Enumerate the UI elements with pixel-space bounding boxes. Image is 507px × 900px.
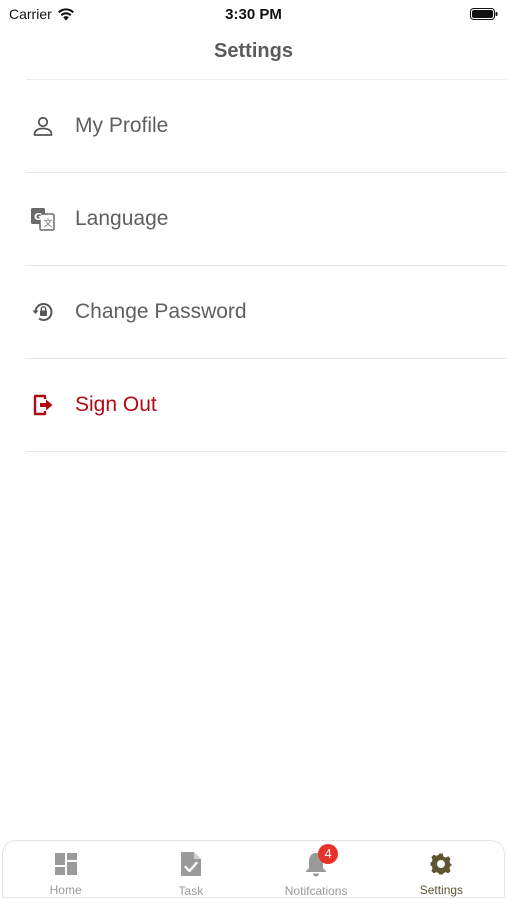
status-bar: Carrier 3:30 PM <box>0 0 507 28</box>
tab-task-label: Task <box>178 884 204 898</box>
gear-icon <box>427 850 455 877</box>
tab-notifications[interactable]: 4 Notifcations <box>254 841 379 898</box>
translate-icon: G 文 <box>26 202 60 236</box>
lock-reset-icon <box>26 295 60 329</box>
language-item[interactable]: G 文 Language <box>26 173 507 266</box>
language-label: Language <box>75 207 169 230</box>
change-password-label: Change Password <box>75 300 247 323</box>
sign-out-label: Sign Out <box>75 393 157 416</box>
svg-text:G: G <box>34 212 42 223</box>
bell-icon: 4 <box>302 844 339 878</box>
clock: 3:30 PM <box>225 6 282 23</box>
settings-list: My Profile G 文 Language Change Password <box>26 79 507 452</box>
battery-icon <box>470 8 498 20</box>
tab-bar: Home Task 4 Notifcations Settings <box>2 840 505 898</box>
tab-task[interactable]: Task <box>128 841 253 898</box>
notification-badge: 4 <box>318 844 339 864</box>
tab-home-label: Home <box>49 883 82 897</box>
sign-out-icon <box>26 388 60 422</box>
change-password-item[interactable]: Change Password <box>26 266 507 359</box>
person-icon <box>26 109 60 143</box>
tab-home[interactable]: Home <box>3 841 128 897</box>
tab-settings-label: Settings <box>419 883 464 897</box>
svg-text:文: 文 <box>44 217 53 229</box>
my-profile-label: My Profile <box>75 114 169 137</box>
task-check-icon <box>177 850 205 878</box>
page-title: Settings <box>214 40 293 62</box>
my-profile-item[interactable]: My Profile <box>26 80 507 173</box>
tab-settings[interactable]: Settings <box>379 841 504 897</box>
sign-out-item[interactable]: Sign Out <box>26 359 507 452</box>
dashboard-icon <box>52 850 80 877</box>
tab-notifications-label: Notifcations <box>284 884 348 898</box>
